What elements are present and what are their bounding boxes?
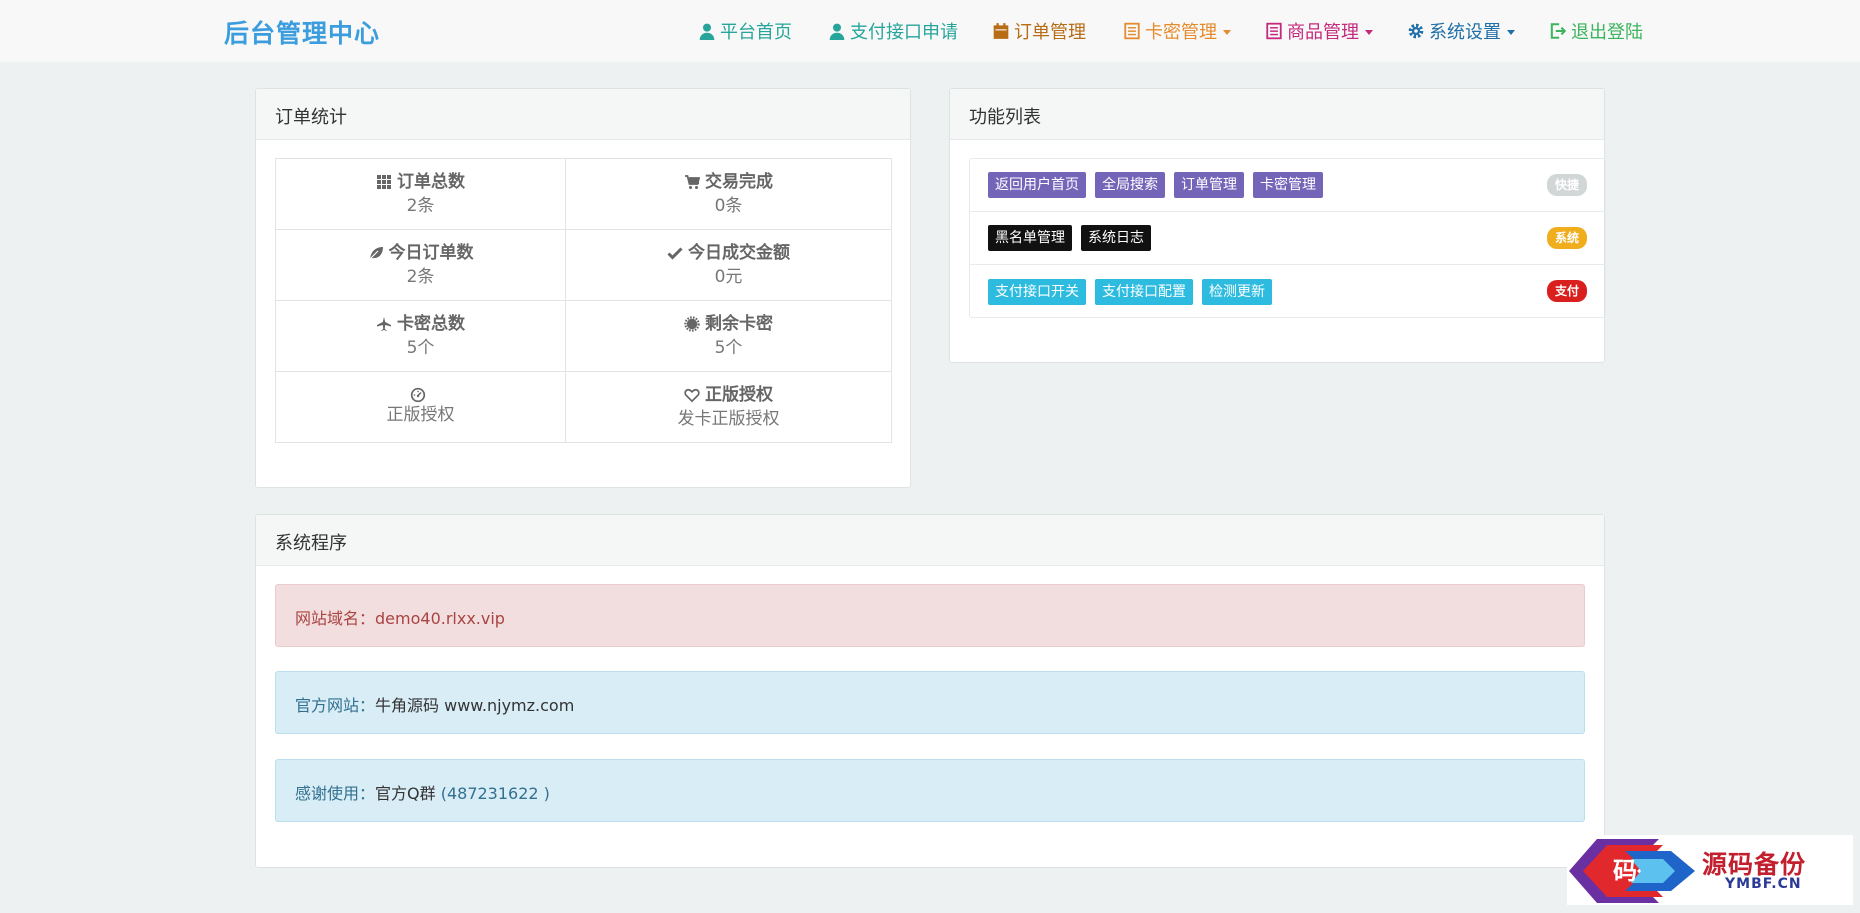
top-navbar: 后台管理中心 平台首页 支付接口申请 订单管理 卡密管理 商品管理 系统设置 退…	[0, 0, 1860, 62]
watermark-logo-char: 码	[1613, 856, 1637, 885]
shortcut-badge: 快捷	[1546, 174, 1587, 196]
stat-label: 今日成交金额	[688, 243, 790, 263]
nav-order-management-label: 订单管理	[1014, 22, 1086, 43]
leaf-icon	[369, 247, 383, 260]
grid-icon	[377, 175, 391, 189]
stat-value: 0元	[714, 267, 743, 287]
certificate-icon	[684, 316, 700, 332]
order-stats-panel: 订单统计 订单总数 2条 交易完成 0条 今日订单数 2条 今日成交金额 0元 …	[255, 88, 911, 488]
function-list: 返回用户首页 全局搜索 订单管理 卡密管理 快捷 黑名单管理 系统日志 系统 支…	[969, 158, 1606, 318]
function-list-title: 功能列表	[950, 89, 1604, 140]
nav-system-settings[interactable]: 系统设置	[1407, 18, 1515, 44]
stat-value: 5个	[714, 338, 743, 358]
brand-title[interactable]: 后台管理中心	[224, 14, 380, 50]
nav-logout-label: 退出登陆	[1571, 22, 1643, 43]
order-stats-table: 订单总数 2条 交易完成 0条 今日订单数 2条 今日成交金额 0元 卡密总数 …	[275, 158, 892, 443]
domain-label: 网站域名：	[295, 609, 376, 628]
payment-config-button[interactable]: 支付接口配置	[1095, 278, 1193, 305]
payment-toggle-button[interactable]: 支付接口开关	[988, 278, 1086, 305]
stat-label: 订单总数	[397, 172, 465, 192]
nav-platform-home-label: 平台首页	[720, 22, 792, 43]
site-value[interactable]: 牛角源码 www.njymz.com	[375, 696, 574, 715]
stat-label: 正版授权	[705, 385, 773, 405]
nav-product-management-label: 商品管理	[1287, 22, 1359, 43]
stat-cell-total-orders: 订单总数 2条	[275, 158, 566, 230]
gear-icon	[1408, 23, 1424, 39]
stat-cell-today-orders: 今日订单数 2条	[275, 229, 566, 301]
caret-down-icon	[1507, 30, 1515, 35]
stat-value: 2条	[406, 267, 435, 287]
site-label: 官方网站：	[295, 696, 376, 715]
watermark: 码 源码备份 YMBF.CN	[1567, 835, 1853, 905]
calendar-icon	[993, 23, 1009, 39]
system-program-title: 系统程序	[256, 515, 1604, 566]
nav-payment-apply-label: 支付接口申请	[850, 22, 958, 43]
stat-label: 卡密总数	[397, 314, 465, 334]
stat-cell-completed: 交易完成 0条	[565, 158, 892, 230]
stat-cell-remaining-cards: 剩余卡密 5个	[565, 300, 892, 372]
caret-down-icon	[1365, 30, 1373, 35]
user-icon	[699, 23, 715, 40]
nav-payment-apply[interactable]: 支付接口申请	[828, 18, 958, 44]
nav-order-management[interactable]: 订单管理	[992, 18, 1086, 44]
stat-value: 2条	[406, 196, 435, 216]
nav-card-management[interactable]: 卡密管理	[1123, 18, 1231, 44]
function-row-system: 黑名单管理 系统日志 系统	[970, 212, 1605, 265]
order-stats-title: 订单统计	[256, 89, 910, 140]
domain-alert: 网站域名：demo40.rlxx.vip	[275, 584, 1585, 647]
order-management-button[interactable]: 订单管理	[1174, 172, 1244, 198]
stat-label: 剩余卡密	[705, 314, 773, 334]
official-site-alert: 官方网站：牛角源码 www.njymz.com	[275, 671, 1585, 734]
thanks-value: 官方Q群	[375, 784, 436, 803]
nav-product-management[interactable]: 商品管理	[1265, 18, 1373, 44]
stat-cell-license: 正版授权	[275, 371, 566, 443]
blacklist-management-button[interactable]: 黑名单管理	[988, 225, 1072, 251]
global-search-button[interactable]: 全局搜索	[1095, 172, 1165, 198]
thanks-label: 感谢使用：	[295, 784, 376, 803]
stat-value: 正版授权	[386, 405, 455, 425]
function-row-payment: 支付接口开关 支付接口配置 检测更新 支付	[970, 265, 1605, 318]
plane-icon	[377, 317, 391, 331]
cart-icon	[685, 175, 700, 189]
function-list-panel: 功能列表 返回用户首页 全局搜索 订单管理 卡密管理 快捷 黑名单管理 系统日志…	[949, 88, 1606, 363]
stat-label: 今日订单数	[388, 243, 474, 263]
domain-value: demo40.rlxx.vip	[375, 609, 505, 628]
stat-value: 发卡正版授权	[677, 409, 780, 429]
stat-cell-total-cards: 卡密总数 5个	[275, 300, 566, 372]
user-icon	[829, 23, 845, 40]
return-user-home-button[interactable]: 返回用户首页	[988, 172, 1086, 198]
check-icon	[667, 247, 683, 260]
nav-card-management-label: 卡密管理	[1145, 22, 1217, 43]
caret-down-icon	[1223, 30, 1231, 35]
heart-icon	[684, 388, 700, 403]
dashboard-icon	[410, 387, 426, 403]
watermark-logo-icon: 码	[1569, 839, 1695, 903]
list-icon	[1266, 22, 1282, 40]
list-icon	[1124, 22, 1140, 40]
stat-cell-today-amount: 今日成交金额 0元	[565, 229, 892, 301]
check-update-button[interactable]: 检测更新	[1202, 278, 1272, 305]
nav-logout[interactable]: 退出登陆	[1549, 18, 1643, 44]
logout-icon	[1550, 23, 1567, 39]
card-management-button[interactable]: 卡密管理	[1253, 172, 1323, 198]
function-row-shortcuts: 返回用户首页 全局搜索 订单管理 卡密管理 快捷	[970, 159, 1605, 212]
stat-cell-genuine-license: 正版授权 发卡正版授权	[565, 371, 892, 443]
nav-system-settings-label: 系统设置	[1429, 22, 1501, 43]
nav-platform-home[interactable]: 平台首页	[698, 18, 792, 44]
stat-value: 0条	[714, 196, 743, 216]
stat-value: 5个	[406, 338, 435, 358]
thanks-qq: (487231622 )	[440, 784, 550, 803]
stat-label: 交易完成	[705, 172, 773, 192]
watermark-subtitle: YMBF.CN	[1725, 876, 1802, 892]
thanks-alert: 感谢使用：官方Q群 (487231622 )	[275, 759, 1585, 822]
system-program-panel: 系统程序 网站域名：demo40.rlxx.vip 官方网站：牛角源码 www.…	[255, 514, 1605, 868]
system-log-button[interactable]: 系统日志	[1081, 225, 1151, 251]
system-badge: 系统	[1546, 227, 1587, 249]
payment-badge: 支付	[1546, 280, 1587, 302]
